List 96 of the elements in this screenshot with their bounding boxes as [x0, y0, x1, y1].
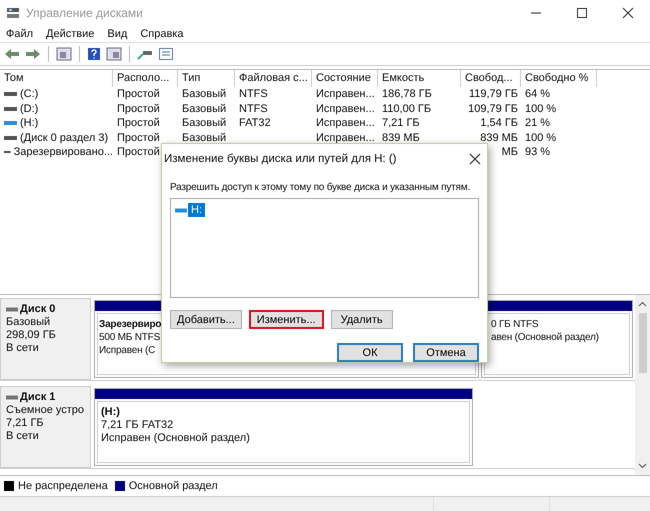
menu-item[interactable]: Вид: [107, 28, 128, 40]
path-item[interactable]: H:: [188, 203, 205, 217]
partition-info: 7,21 ГБ FAT32: [101, 419, 174, 432]
table-cell: (H:): [20, 117, 38, 130]
table-cell: Исправен...: [316, 102, 375, 115]
app-icon: [6, 7, 20, 19]
table-cell: NTFS: [239, 88, 268, 100]
menu-item[interactable]: Файл: [6, 28, 34, 40]
table-cell: МБ: [502, 146, 518, 158]
partition-info: Исправен (С: [99, 344, 156, 357]
partition-block[interactable]: 0 ГБ NTFS авен (Основной раздел): [481, 300, 633, 378]
column-header[interactable]: Емкость: [378, 70, 461, 87]
partition-title: (H:): [101, 406, 120, 419]
partition-block[interactable]: (H:) 7,21 ГБ FAT32 Исправен (Основной раздел): [94, 388, 473, 466]
table-cell: 110,00 ГБ: [382, 102, 432, 115]
partition-info: 500 МБ NTFS: [99, 331, 160, 344]
table-cell: 21 %: [525, 117, 550, 130]
table-cell: 93 %: [525, 146, 550, 158]
back-arrow-icon[interactable]: [4, 47, 20, 61]
column-header[interactable]: Файловая с...: [235, 70, 312, 87]
dialog-button[interactable]: Добавить...: [170, 310, 242, 329]
disk-name: Диск 0: [20, 303, 56, 316]
panel-icon[interactable]: [106, 47, 122, 61]
disk-info: Съемное устро: [6, 404, 86, 417]
dialog-prompt: Разрешить доступ к этому тому по букве диска и указанным путям.: [170, 182, 470, 193]
scroll-down-icon[interactable]: [638, 463, 647, 469]
legend-label: Основной раздел: [128, 480, 218, 492]
scroll-up-icon[interactable]: [638, 301, 647, 307]
column-header[interactable]: Располо...: [113, 70, 178, 87]
menu-item[interactable]: Действие: [46, 28, 94, 40]
table-cell: Простой: [117, 117, 160, 130]
dialog-button[interactable]: Отмена: [413, 343, 479, 362]
partition-info: 0 ГБ NTFS: [491, 318, 538, 331]
table-cell: 100 %: [525, 102, 556, 115]
partition-info: Исправен (Основной раздел): [101, 432, 250, 445]
table-cell: Исправен...: [316, 88, 375, 100]
disk-info: Базовый: [6, 316, 52, 329]
drive-icon: [175, 208, 187, 212]
column-header[interactable]: Том: [0, 70, 113, 87]
help-icon[interactable]: [87, 47, 101, 61]
disk-name: Диск 1: [20, 391, 56, 404]
table-cell: Исправен...: [316, 132, 375, 144]
table-cell: 839 МБ: [480, 132, 518, 144]
drive-icon: [4, 134, 17, 141]
disk-info: В сети: [6, 430, 40, 443]
table-cell: 109,79 ГБ: [468, 102, 518, 115]
list-icon[interactable]: [158, 47, 174, 61]
column-header[interactable]: Состояние: [312, 70, 378, 87]
table-cell: 64 %: [525, 88, 550, 100]
table-cell: Базовый: [182, 88, 226, 100]
disk-info: 7,21 ГБ: [6, 417, 45, 430]
dialog-button[interactable]: Изменить...: [248, 310, 324, 329]
scroll-thumb[interactable]: [638, 313, 646, 373]
table-cell: Зарезервировано...: [14, 146, 113, 158]
drive-icon: [4, 120, 17, 126]
partition-info: авен (Основной раздел): [491, 331, 599, 344]
table-cell: 119,79 ГБ: [468, 88, 518, 100]
table-cell: 7,21 ГБ: [382, 117, 420, 130]
close-icon[interactable]: [622, 7, 634, 19]
disk-info: 298,09 ГБ: [6, 329, 57, 342]
partition-title: Зарезервиро: [99, 318, 162, 331]
path-list[interactable]: H:: [170, 198, 479, 298]
table-cell: (D:): [20, 102, 38, 115]
table-cell: Простой: [117, 132, 160, 144]
table-cell: 186,78 ГБ: [382, 88, 432, 100]
table-cell: FAT32: [239, 117, 271, 130]
table-cell: Простой: [117, 102, 160, 115]
table-cell: NTFS: [239, 102, 268, 115]
column-header[interactable]: Свободно %: [521, 70, 597, 87]
drive-icon: [4, 91, 17, 98]
dialog-button[interactable]: ОК: [337, 343, 403, 362]
table-cell: Базовый: [182, 132, 226, 144]
table-cell: Базовый: [182, 117, 226, 130]
table-cell: (C:): [20, 88, 38, 100]
table-cell: Базовый: [182, 102, 226, 115]
dialog-button[interactable]: Удалить: [330, 310, 393, 329]
menu-item[interactable]: Справка: [140, 28, 184, 40]
maximize-icon[interactable]: [576, 7, 588, 19]
dialog-title: Изменение буквы диска или путей для H: (): [164, 153, 396, 165]
column-header[interactable]: Тип: [178, 70, 235, 87]
table-cell: 1,54 ГБ: [480, 117, 518, 130]
column-header[interactable]: Свобод...: [461, 70, 521, 87]
table-cell: 839 МБ: [382, 132, 420, 144]
disk-info: В сети: [6, 342, 40, 355]
close-icon[interactable]: [469, 153, 481, 165]
forward-arrow-icon[interactable]: [25, 47, 41, 61]
legend-label: Не распределена: [18, 480, 108, 492]
table-cell: Простой: [117, 88, 160, 100]
scrollbar[interactable]: [635, 295, 650, 475]
table-cell: Простой: [117, 146, 160, 158]
table-cell: (Диск 0 раздел 3): [20, 132, 108, 144]
drive-icon: [4, 106, 17, 112]
panel-icon[interactable]: [56, 47, 72, 61]
window-title: Управление дисками: [26, 6, 143, 20]
table-cell: 100 %: [525, 132, 556, 144]
table-cell: Исправен...: [316, 117, 375, 130]
